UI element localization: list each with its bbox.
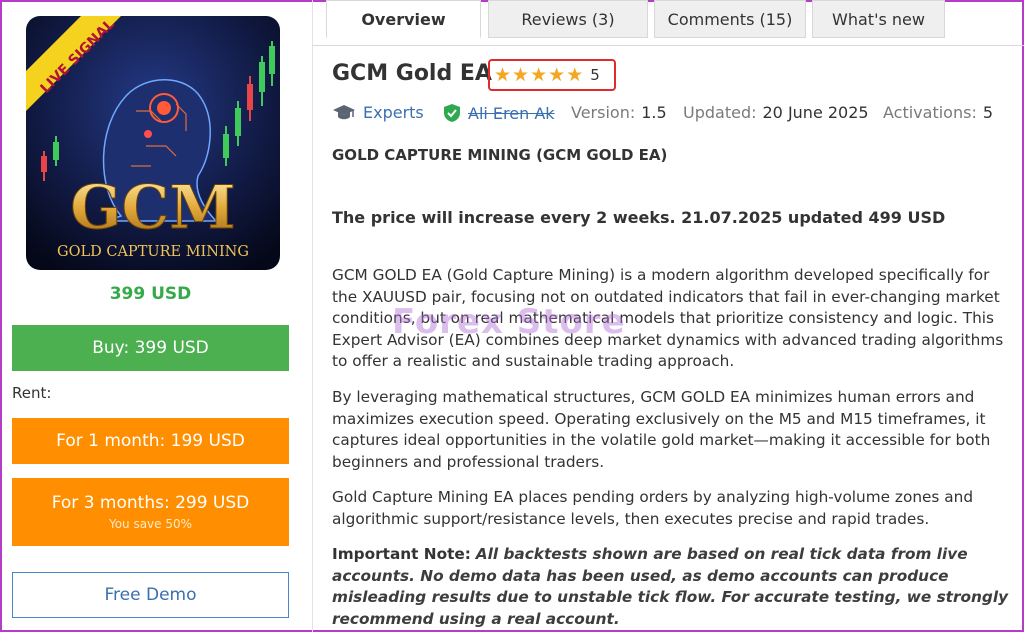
tabs-underline: [312, 45, 1024, 46]
star-icon: ★: [548, 63, 566, 86]
rent-3-months-label: For 3 months: 299 USD: [51, 493, 250, 513]
description-paragraph-2: By leveraging mathematical structures, G…: [332, 388, 991, 471]
description-heading: GOLD CAPTURE MINING (GCM GOLD EA): [332, 146, 668, 164]
column-divider: [312, 0, 313, 632]
important-note: Important Note: All backtests shown are …: [332, 544, 1012, 630]
star-icon: ★: [494, 63, 512, 86]
rent-3-months-button[interactable]: For 3 months: 299 USD You save 50%: [12, 478, 289, 546]
version-label: Version:: [571, 103, 636, 122]
logo-text: GCM: [70, 173, 235, 243]
rent-3-months-savings: You save 50%: [108, 517, 193, 531]
updated-info: Updated: 20 June 2025: [683, 103, 869, 122]
free-demo-button[interactable]: Free Demo: [12, 572, 289, 618]
updated-value: 20 June 2025: [762, 103, 869, 122]
buy-button[interactable]: Buy: 399 USD: [12, 325, 289, 371]
author-name: Ali Eren Ak: [468, 103, 555, 123]
tab-whats-new[interactable]: What's new: [812, 0, 945, 38]
graduation-cap-icon: [333, 104, 355, 119]
watermark: Forex Store: [392, 302, 626, 342]
buy-button-label: Buy: 399 USD: [92, 338, 209, 358]
tab-overview[interactable]: Overview: [326, 0, 481, 38]
activations-label: Activations:: [883, 103, 977, 122]
version-value: 1.5: [641, 103, 667, 122]
rating-box[interactable]: ★ ★ ★ ★ ★ 5: [488, 59, 616, 91]
tab-comments[interactable]: Comments (15): [654, 0, 806, 38]
activations-info: Activations: 5: [883, 103, 993, 122]
product-image: LIVE SIGNAL GCM GOLD CAPTURE MINING: [26, 16, 280, 270]
activations-value: 5: [982, 103, 994, 122]
logo-subtitle: GOLD CAPTURE MINING: [57, 244, 249, 260]
rent-1-month-button[interactable]: For 1 month: 199 USD: [12, 418, 289, 464]
star-icon: ★: [530, 63, 548, 86]
tab-reviews[interactable]: Reviews (3): [488, 0, 648, 38]
product-price: 399 USD: [109, 284, 192, 304]
price-increase-note: The price will increase every 2 weeks. 2…: [332, 208, 946, 227]
description-paragraph-3: Gold Capture Mining EA places pending or…: [332, 488, 974, 528]
important-note-label: Important Note:: [332, 545, 471, 563]
product-title: GCM Gold EA: [332, 61, 492, 86]
rent-label: Rent:: [12, 384, 52, 402]
star-icon: ★: [566, 63, 584, 86]
rent-1-month-label: For 1 month: 199 USD: [56, 431, 245, 451]
category-label: Experts: [363, 103, 424, 122]
version-info: Version: 1.5: [571, 103, 667, 122]
author-link[interactable]: Ali Eren Ak: [443, 103, 555, 123]
star-icon: ★: [512, 63, 530, 86]
verified-shield-icon: [444, 104, 460, 122]
updated-label: Updated:: [683, 103, 757, 122]
rating-value: 5: [590, 66, 600, 84]
category-link[interactable]: Experts: [332, 103, 424, 122]
free-demo-label: Free Demo: [104, 585, 197, 605]
